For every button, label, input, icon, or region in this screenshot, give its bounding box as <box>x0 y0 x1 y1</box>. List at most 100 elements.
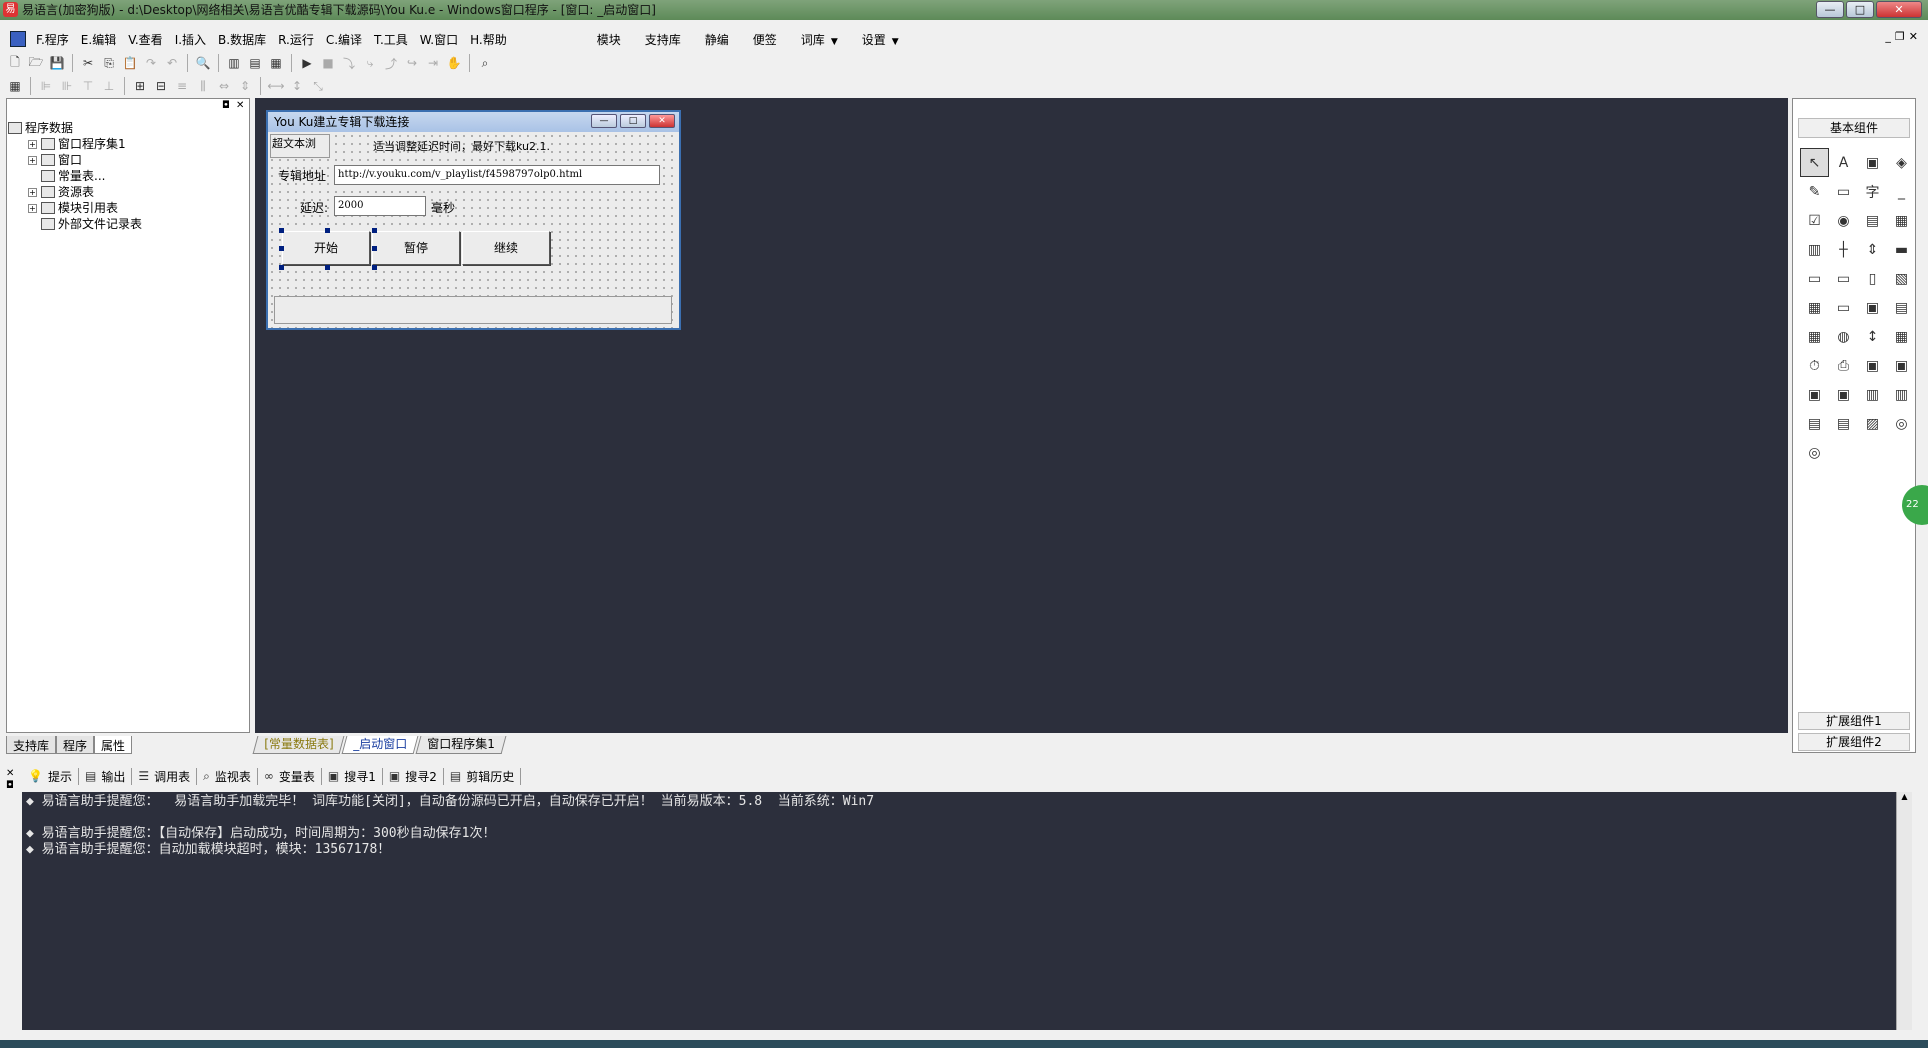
component-tool-icon[interactable]: ◎ <box>1800 438 1829 467</box>
tree-item-program-data[interactable]: 程序数据 <box>8 120 142 136</box>
delay-input[interactable]: 2000 <box>334 196 426 216</box>
component-tool-icon[interactable]: ▣ <box>1858 293 1887 322</box>
selection-handle[interactable] <box>279 246 284 251</box>
component-tool-icon[interactable]: ↖ <box>1800 148 1829 177</box>
menu-settings[interactable]: 设置 ▼ <box>850 31 911 48</box>
size-width-icon[interactable]: ⟷ <box>267 77 285 95</box>
align-top-icon[interactable]: ⊤ <box>79 77 97 95</box>
tab-call-table[interactable]: ☰ 调用表 <box>132 767 198 785</box>
menu-static-compile[interactable]: 静编 <box>693 31 741 48</box>
maximize-button[interactable]: □ <box>1846 1 1874 18</box>
menu-help[interactable]: H.帮助 <box>466 31 515 48</box>
form-maximize-button[interactable]: □ <box>620 114 646 128</box>
space-h-icon[interactable]: ≡ <box>173 77 191 95</box>
component-tool-icon[interactable]: A <box>1829 148 1858 177</box>
step-over-icon[interactable]: ↪ <box>403 54 421 72</box>
component-tool-icon[interactable]: ┼ <box>1829 235 1858 264</box>
ext-components-1[interactable]: 扩展组件1 <box>1798 712 1910 730</box>
save-icon[interactable]: 💾 <box>48 54 66 72</box>
hand-icon[interactable]: ✋ <box>445 54 463 72</box>
component-tool-icon[interactable]: ▣ <box>1800 380 1829 409</box>
tab-hint[interactable]: 💡 提示 <box>22 767 79 785</box>
component-tool-icon[interactable]: ☑ <box>1800 206 1829 235</box>
run-icon[interactable]: ▶ <box>298 54 316 72</box>
component-tool-icon[interactable]: ◈ <box>1887 148 1916 177</box>
stop-icon[interactable]: ■ <box>319 54 337 72</box>
close-panel-icon[interactable]: ✕ <box>236 100 244 111</box>
component-tool-icon[interactable]: ▥ <box>1800 235 1829 264</box>
selection-handle[interactable] <box>279 228 284 233</box>
pin-icon[interactable]: ◘ <box>222 100 230 111</box>
selection-handle[interactable] <box>279 265 284 270</box>
menu-edit[interactable]: E.编辑 <box>77 31 124 48</box>
selection-handle[interactable] <box>372 265 377 270</box>
hypertext-box[interactable]: 超文本浏 <box>270 134 330 158</box>
tab-variable-table[interactable]: ∞ 变量表 <box>258 767 322 785</box>
tree-item-module-refs[interactable]: + 模块引用表 <box>8 200 142 216</box>
tab-program[interactable]: 程序 <box>56 736 95 754</box>
start-button[interactable]: 开始 <box>282 231 370 265</box>
component-tool-icon[interactable]: ▥ <box>1858 380 1887 409</box>
component-tool-icon[interactable]: ◉ <box>1829 206 1858 235</box>
expand-icon[interactable]: + <box>28 139 37 149</box>
designer-form[interactable]: You Ku建立专辑下载连接 — □ ✕ 超文本浏 适当调整延迟时间，最好下载k… <box>266 110 681 330</box>
minimize-button[interactable]: — <box>1816 1 1844 18</box>
selection-handle[interactable] <box>372 228 377 233</box>
form-title-bar[interactable]: You Ku建立专辑下载连接 — □ ✕ <box>268 112 679 132</box>
center-h-icon[interactable]: ⊞ <box>131 77 149 95</box>
document-icon[interactable] <box>10 31 26 47</box>
component-tool-icon[interactable]: ▧ <box>1887 264 1916 293</box>
mdi-close-button[interactable]: ✕ <box>1909 30 1918 43</box>
component-tool-icon[interactable]: _ <box>1887 177 1916 206</box>
tab-window-assembly[interactable]: 窗口程序集1 <box>415 736 507 754</box>
continue-button[interactable]: 继续 <box>462 231 550 265</box>
component-tool-icon[interactable]: ▤ <box>1858 206 1887 235</box>
new-file-icon[interactable]: 🗋 <box>6 54 24 72</box>
component-tool-icon[interactable]: ▤ <box>1800 409 1829 438</box>
component-tool-icon[interactable]: ▦ <box>1800 322 1829 351</box>
menu-support-lib[interactable]: 支持库 <box>633 31 693 48</box>
tree-item-window-assembly[interactable]: + 窗口程序集1 <box>8 136 142 152</box>
menu-window[interactable]: W.窗口 <box>416 31 466 48</box>
paste-icon[interactable]: 📋 <box>121 54 139 72</box>
component-tool-icon[interactable]: ◍ <box>1829 322 1858 351</box>
component-tool-icon[interactable]: ▭ <box>1829 177 1858 206</box>
mdi-restore-button[interactable]: ❐ <box>1895 30 1905 43</box>
component-tool-icon[interactable]: ▦ <box>1887 206 1916 235</box>
component-tool-icon[interactable]: ▦ <box>1800 293 1829 322</box>
ext-components-2[interactable]: 扩展组件2 <box>1798 733 1910 751</box>
layout3-icon[interactable]: ▦ <box>267 54 285 72</box>
status-box[interactable] <box>274 296 672 324</box>
tab-properties[interactable]: 属性 <box>94 736 133 754</box>
redo-icon[interactable]: ↷ <box>142 54 160 72</box>
component-tool-icon[interactable]: ▤ <box>1829 409 1858 438</box>
output-close-icon[interactable]: ✕ <box>6 768 14 779</box>
output-pin-icon[interactable]: ◘ <box>6 780 14 791</box>
space-v-icon[interactable]: ⫼ <box>194 77 212 95</box>
selection-handle[interactable] <box>325 228 330 233</box>
basic-components-header[interactable]: 基本组件 <box>1798 118 1910 138</box>
component-tool-icon[interactable]: ◎ <box>1887 409 1916 438</box>
expand-icon[interactable]: + <box>28 203 37 213</box>
expand-icon[interactable]: + <box>28 155 37 165</box>
url-input[interactable]: http://v.youku.com/v_playlist/f4598797ol… <box>334 165 660 185</box>
tab-output[interactable]: ▤ 输出 <box>79 767 133 785</box>
expand-icon[interactable]: + <box>28 187 37 197</box>
component-tool-icon[interactable]: ▣ <box>1858 351 1887 380</box>
menu-run[interactable]: R.运行 <box>274 31 322 48</box>
component-tool-icon[interactable]: ▣ <box>1887 351 1916 380</box>
menu-wordlib[interactable]: 词库 ▼ <box>789 31 850 48</box>
same-height-icon[interactable]: ⇕ <box>236 77 254 95</box>
tab-clip-history[interactable]: ▤ 剪辑历史 <box>444 767 522 785</box>
scroll-up-icon[interactable]: ▲ <box>1897 792 1912 806</box>
tree-item-window[interactable]: + 窗口 <box>8 152 142 168</box>
center-v-icon[interactable]: ⊟ <box>152 77 170 95</box>
step-icon[interactable]: ⤵ <box>340 54 358 72</box>
pause-button[interactable]: 暂停 <box>372 231 460 265</box>
same-width-icon[interactable]: ⇔ <box>215 77 233 95</box>
menu-database[interactable]: B.数据库 <box>214 31 274 48</box>
component-tool-icon[interactable]: ▭ <box>1829 264 1858 293</box>
component-tool-icon[interactable]: 字 <box>1858 177 1887 206</box>
form-body[interactable]: 超文本浏 适当调整延迟时间，最好下载ku2.1. 专辑地址 http://v.y… <box>268 132 679 328</box>
cut-icon[interactable]: ✂ <box>79 54 97 72</box>
